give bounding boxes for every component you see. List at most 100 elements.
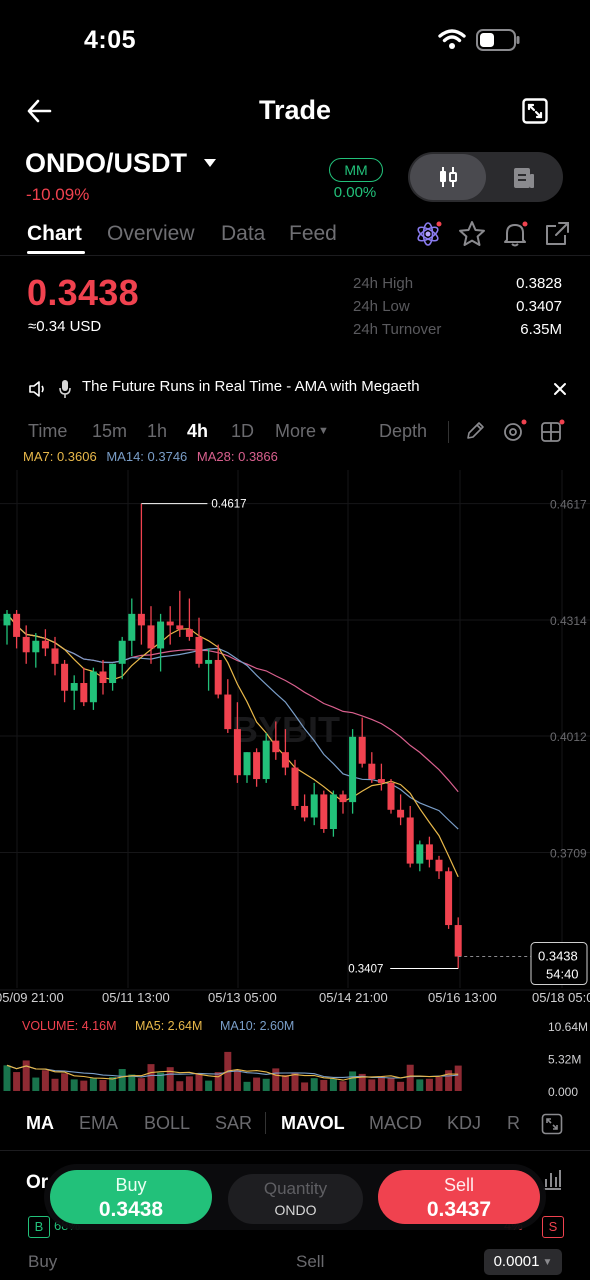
low-marker-label: 0.3407 xyxy=(348,963,383,975)
volume-bar xyxy=(445,1070,453,1091)
timeframe-4h[interactable]: 4h xyxy=(187,421,208,442)
x-axis-tick-label: 05/16 13:00 xyxy=(428,990,497,1005)
volume-axis-tick-label: 10.64M xyxy=(548,1020,588,1034)
expand-indicators-icon[interactable] xyxy=(541,1113,563,1135)
candle-body xyxy=(195,636,203,664)
candle-body xyxy=(358,736,366,764)
volume-bar xyxy=(51,1078,59,1091)
quantity-button[interactable]: Quantity ONDO xyxy=(228,1174,363,1224)
indicator-ma[interactable]: MA xyxy=(26,1113,54,1134)
wifi-icon xyxy=(438,29,466,49)
tab-feed[interactable]: Feed xyxy=(289,222,337,246)
candle-body xyxy=(233,729,241,776)
fullscreen-icon[interactable] xyxy=(522,98,548,124)
ai-atom-icon[interactable] xyxy=(414,220,442,248)
candle-body xyxy=(61,663,69,691)
pair-selector[interactable]: ONDO/USDT xyxy=(25,148,217,179)
volume-bar xyxy=(435,1076,443,1091)
candle-body xyxy=(41,640,49,649)
tab-data[interactable]: Data xyxy=(221,222,265,246)
high-24h-value: 0.3828 xyxy=(516,275,562,292)
candle-body xyxy=(70,683,78,691)
candle-body xyxy=(368,763,376,780)
volume-bar xyxy=(301,1082,309,1091)
microphone-icon xyxy=(59,380,71,398)
volume-bar xyxy=(118,1069,126,1091)
indicator-sar[interactable]: SAR xyxy=(215,1113,252,1134)
volume-bar xyxy=(406,1064,414,1091)
buy-button[interactable]: Buy 0.3438 xyxy=(50,1170,212,1224)
candle-body xyxy=(281,752,289,768)
battery-icon xyxy=(476,29,520,51)
caret-down-icon xyxy=(203,159,216,167)
indicator-mavol[interactable]: MAVOL xyxy=(281,1113,345,1134)
candle-body xyxy=(320,794,328,830)
volume-bar xyxy=(147,1064,155,1091)
timeframe-1h[interactable]: 1h xyxy=(147,421,167,442)
candle-body xyxy=(310,794,318,818)
timeframe-15m[interactable]: 15m xyxy=(92,421,127,442)
volume-bar xyxy=(70,1079,78,1091)
indicator-boll[interactable]: BOLL xyxy=(144,1113,190,1134)
timeframe-1d[interactable]: 1D xyxy=(231,421,254,442)
indicator-divider xyxy=(265,1112,266,1134)
volume-bar xyxy=(253,1077,261,1091)
indicator-kdj[interactable]: KDJ xyxy=(447,1113,481,1134)
price-chart[interactable]: 0.46170.43140.40120.3709BYBIT0.46170.340… xyxy=(0,470,590,1110)
pair-change: -10.09% xyxy=(26,185,90,204)
candle-body xyxy=(13,613,21,637)
volume-bar xyxy=(61,1073,69,1091)
drawing-pencil-icon[interactable] xyxy=(465,421,485,441)
price-alert-bell-icon[interactable] xyxy=(501,220,529,248)
candle-body xyxy=(157,621,165,649)
chart-mode-candle-option[interactable] xyxy=(410,154,486,200)
tab-chart[interactable]: Chart xyxy=(27,222,82,246)
candle-countdown: 54:40 xyxy=(546,967,579,982)
volume-bar xyxy=(22,1060,30,1091)
candle-body xyxy=(253,752,261,780)
candle-body xyxy=(387,782,395,810)
y-axis-tick-label: 0.4012 xyxy=(550,730,587,744)
candle-body xyxy=(377,779,385,783)
volume-bar xyxy=(291,1073,299,1091)
candle-body xyxy=(397,809,405,818)
candle-body xyxy=(99,671,107,684)
volume-bar xyxy=(233,1069,241,1091)
ma-legend: MA7: 0.3606 MA14: 0.3746 MA28: 0.3866 xyxy=(23,449,278,464)
candle-body xyxy=(262,740,270,780)
announcement-text[interactable]: The Future Runs in Real Time - AMA with … xyxy=(82,378,420,395)
orderbook-icon[interactable] xyxy=(512,166,536,190)
close-announcement-icon[interactable] xyxy=(553,382,567,396)
candle-body xyxy=(80,683,88,703)
volume-bar xyxy=(262,1078,270,1091)
timeframe-more[interactable]: More ▼ xyxy=(275,421,329,442)
depth-tab[interactable]: Depth xyxy=(379,421,427,442)
layout-grid-icon[interactable] xyxy=(540,418,566,444)
volume-bar xyxy=(41,1070,49,1091)
toolbar-divider xyxy=(448,421,449,443)
indicator-ema[interactable]: EMA xyxy=(79,1113,118,1134)
volume-bar xyxy=(80,1080,88,1091)
volume-bar xyxy=(454,1065,462,1091)
precision-select[interactable]: 0.0001 ▼ xyxy=(484,1249,562,1275)
speaker-icon xyxy=(29,381,44,397)
quantity-unit: ONDO xyxy=(274,1202,317,1218)
indicator-settings-icon[interactable] xyxy=(502,418,528,444)
candle-body xyxy=(454,925,462,957)
sell-button[interactable]: Sell 0.3437 xyxy=(378,1170,540,1224)
favorite-star-icon[interactable] xyxy=(458,220,486,248)
volume-bar xyxy=(13,1072,21,1091)
volume-bar xyxy=(32,1077,40,1091)
volume-ma10-value: MA10: 2.60M xyxy=(220,1019,294,1033)
candle-body xyxy=(435,859,443,872)
y-axis-tick-label: 0.4314 xyxy=(550,614,587,628)
buy-button-label: Buy xyxy=(115,1175,147,1195)
indicator-macd[interactable]: MACD xyxy=(369,1113,422,1134)
share-icon[interactable] xyxy=(543,220,571,248)
candle-body xyxy=(445,871,453,926)
mm-badge[interactable]: MM xyxy=(329,158,383,182)
caret-down-icon: ▼ xyxy=(542,1257,553,1268)
tab-overview[interactable]: Overview xyxy=(107,222,195,246)
last-price-tag-value: 0.3438 xyxy=(538,949,578,964)
timeframe-time[interactable]: Time xyxy=(28,421,67,442)
